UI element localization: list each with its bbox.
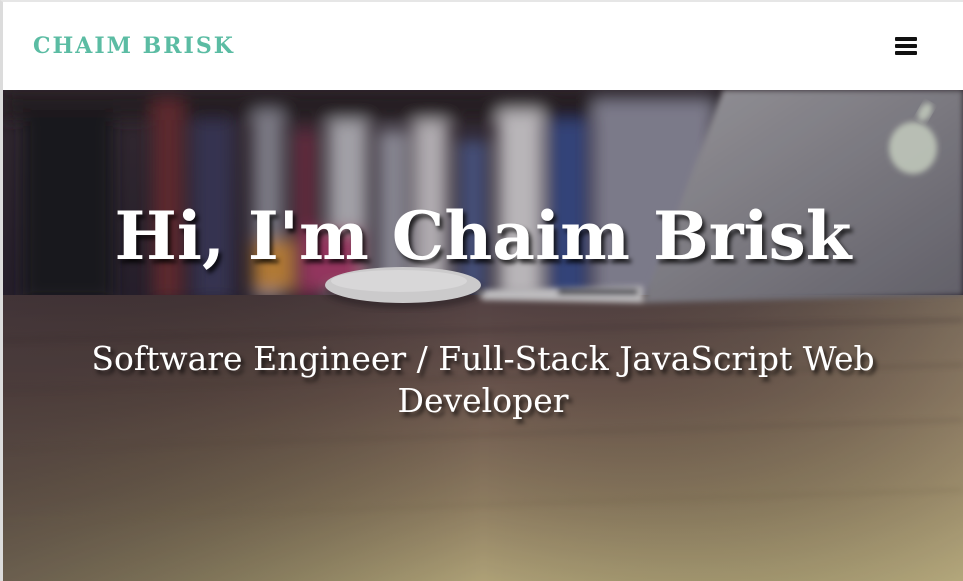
brand-link[interactable]: CHAIM BRISK xyxy=(33,33,235,59)
hero-background-image xyxy=(3,90,963,581)
page: CHAIM BRISK Hi, I'm Chaim Brisk Software… xyxy=(0,0,963,581)
navbar: CHAIM BRISK xyxy=(3,2,963,90)
hero-section: Hi, I'm Chaim Brisk Software Engineer / … xyxy=(3,90,963,581)
hero-title: Hi, I'm Chaim Brisk xyxy=(114,197,852,275)
hamburger-menu-icon[interactable] xyxy=(895,35,919,57)
menu-bar xyxy=(895,37,917,41)
menu-bar xyxy=(895,51,917,55)
hero-subtitle: Software Engineer / Full-Stack JavaScrip… xyxy=(91,339,875,420)
menu-bar xyxy=(895,44,917,48)
